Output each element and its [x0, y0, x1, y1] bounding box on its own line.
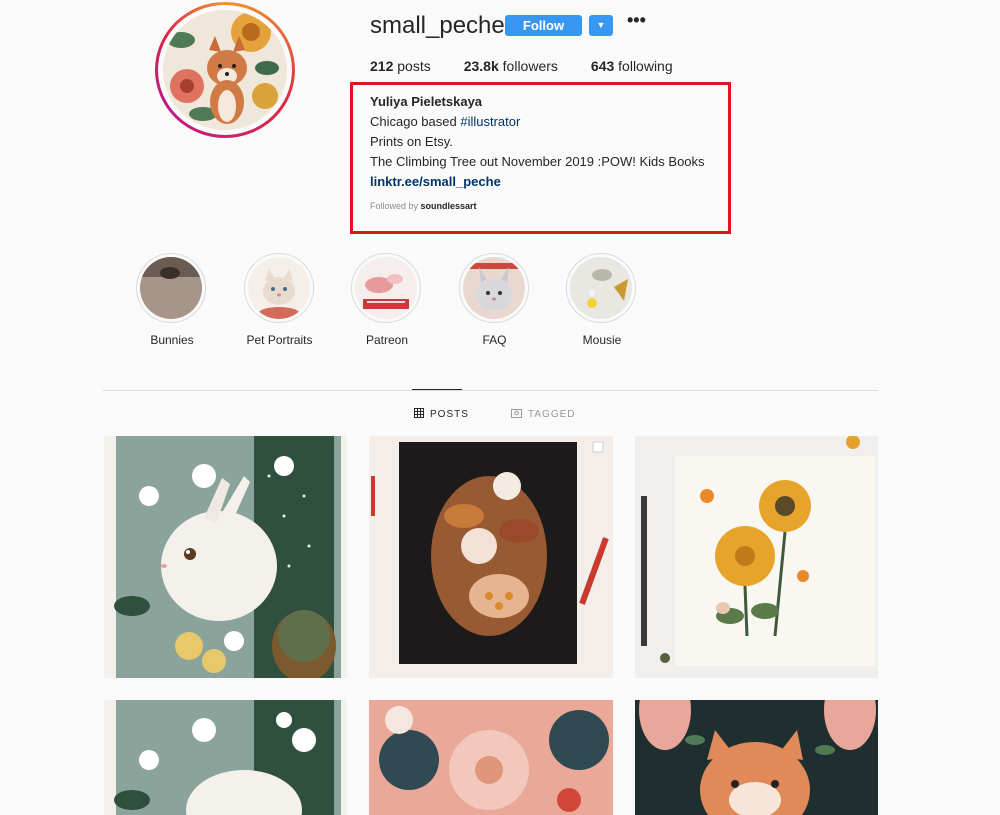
highlight-label: Patreon: [365, 333, 409, 347]
profile-full-name: Yuliya Pieletskaya: [370, 94, 483, 109]
highlight-cover: [462, 257, 525, 319]
active-tab-indicator: [412, 389, 462, 390]
story-highlights: Bunnies Pet Portraits Patreon FAQ Mousie: [136, 253, 674, 347]
followed-by-user-link[interactable]: soundlessart: [421, 201, 477, 211]
post-thumbnail[interactable]: [369, 700, 613, 815]
highlight-faq[interactable]: FAQ: [458, 253, 531, 347]
tabs-divider: [103, 390, 878, 391]
highlight-label: Mousie: [582, 333, 622, 347]
profile-stats: 212 posts 23.8k followers 643 following: [370, 58, 706, 74]
post-image: [369, 700, 613, 815]
post-image: [369, 436, 613, 678]
highlight-cover: [355, 257, 417, 319]
highlight-pet-portraits[interactable]: Pet Portraits: [243, 253, 316, 347]
posts-count: 212 posts: [370, 58, 431, 74]
highlight-label: Bunnies: [150, 333, 194, 347]
bio-line-1: Chicago based #illustrator: [370, 114, 521, 129]
highlight-bunnies[interactable]: Bunnies: [136, 253, 208, 347]
more-options-icon: •••: [627, 10, 646, 30]
chevron-down-icon: ▼: [596, 20, 606, 30]
more-options-button[interactable]: •••: [627, 10, 646, 31]
bio-line-3: The Climbing Tree out November 2019 :POW…: [370, 154, 705, 169]
post-thumbnail[interactable]: [104, 700, 347, 815]
post-image: [104, 436, 347, 678]
grid-icon: [414, 408, 424, 421]
highlight-label: Pet Portraits: [246, 333, 313, 347]
tab-posts-label: POSTS: [430, 409, 469, 420]
post-thumbnail[interactable]: [104, 436, 347, 678]
tagged-icon: [511, 408, 522, 421]
highlight-label: FAQ: [482, 333, 507, 347]
post-image: [635, 436, 878, 678]
highlight-patreon[interactable]: Patreon: [351, 253, 423, 347]
profile-bio: Yuliya Pieletskaya Chicago based #illust…: [370, 92, 705, 192]
following-link[interactable]: 643 following: [591, 58, 673, 74]
follow-button[interactable]: Follow: [505, 15, 582, 36]
post-image: [104, 700, 347, 815]
profile-username: small_peche: [370, 12, 505, 39]
hashtag-link[interactable]: #illustrator: [460, 114, 520, 129]
post-thumbnail[interactable]: [369, 436, 613, 678]
highlight-cover: [247, 257, 310, 319]
post-image: [635, 700, 878, 815]
suggestions-dropdown-button[interactable]: ▼: [589, 15, 613, 36]
highlight-cover: [140, 257, 202, 319]
avatar-illustration: [163, 10, 287, 130]
tab-tagged-label: TAGGED: [528, 409, 576, 420]
bio-external-link[interactable]: linktr.ee/small_peche: [370, 172, 705, 192]
highlight-cover: [570, 257, 632, 319]
bio-line-2: Prints on Etsy.: [370, 134, 453, 149]
profile-avatar[interactable]: [155, 2, 295, 138]
tab-tagged[interactable]: TAGGED: [511, 408, 575, 421]
post-thumbnail[interactable]: [635, 700, 878, 815]
followers-link[interactable]: 23.8k followers: [464, 58, 558, 74]
followed-by: Followed by soundlessart: [370, 201, 477, 211]
post-thumbnail[interactable]: [635, 436, 878, 678]
highlight-mousie[interactable]: Mousie: [566, 253, 638, 347]
tab-posts[interactable]: POSTS: [414, 408, 469, 421]
